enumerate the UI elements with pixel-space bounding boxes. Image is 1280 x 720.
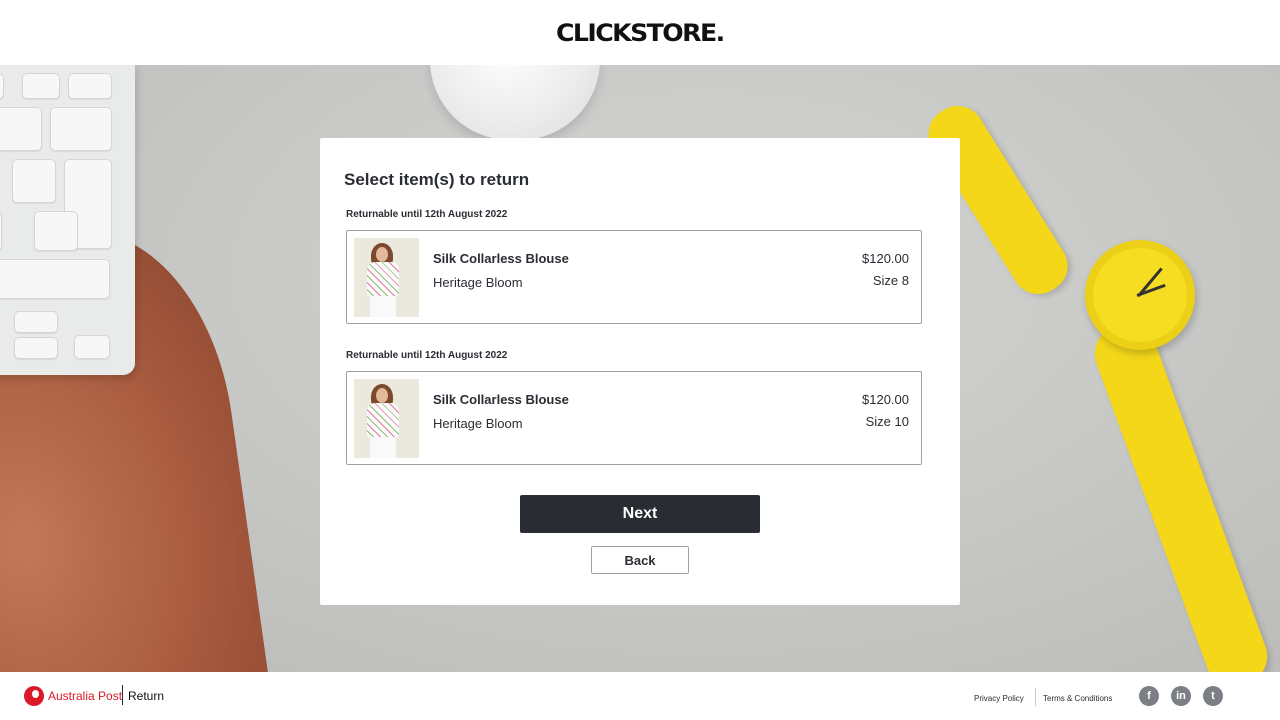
product-name: Silk Collarless Blouse <box>433 251 569 266</box>
back-button[interactable]: Back <box>591 546 689 574</box>
return-item-card[interactable]: Silk Collarless Blouse Heritage Bloom $1… <box>346 371 922 465</box>
returnable-until-label: Returnable until 12th August 2022 <box>346 350 508 361</box>
site-footer: Australia Post Return Privacy Policy Ter… <box>0 672 1280 720</box>
product-price: $120.00 <box>862 392 909 407</box>
australia-post-logo-icon <box>24 686 44 706</box>
brand-divider <box>122 685 123 705</box>
next-button[interactable]: Next <box>520 495 760 533</box>
return-selection-card: Select item(s) to return Returnable unti… <box>320 138 960 605</box>
facebook-icon[interactable]: f <box>1139 686 1159 706</box>
product-image <box>354 379 419 458</box>
page-title: Select item(s) to return <box>344 170 530 189</box>
linkedin-icon[interactable]: in <box>1171 686 1191 706</box>
clickstore-logo[interactable]: CLICKSTORE. <box>556 19 725 47</box>
product-size: Size 8 <box>872 273 909 288</box>
product-variant: Heritage Bloom <box>433 275 523 290</box>
returnable-until-label: Returnable until 12th August 2022 <box>346 209 508 220</box>
terms-link[interactable]: Terms & Conditions <box>1043 694 1112 703</box>
product-variant: Heritage Bloom <box>433 416 523 431</box>
brand-name: Australia Post <box>48 689 123 703</box>
return-item-card[interactable]: Silk Collarless Blouse Heritage Bloom $1… <box>346 230 922 324</box>
product-size: Size 10 <box>865 414 909 429</box>
product-price: $120.00 <box>862 251 909 266</box>
watch-face <box>1085 240 1195 350</box>
mouse-decoration <box>430 65 600 140</box>
keyboard-decoration <box>0 65 135 375</box>
privacy-policy-link[interactable]: Privacy Policy <box>974 694 1024 703</box>
product-name: Silk Collarless Blouse <box>433 392 569 407</box>
twitter-icon[interactable]: t <box>1203 686 1223 706</box>
site-header: CLICKSTORE. <box>0 0 1280 65</box>
product-image <box>354 238 419 317</box>
product-name-label: Return <box>128 689 165 703</box>
footer-divider <box>1035 688 1036 706</box>
watch-strap-bottom <box>1086 315 1276 672</box>
